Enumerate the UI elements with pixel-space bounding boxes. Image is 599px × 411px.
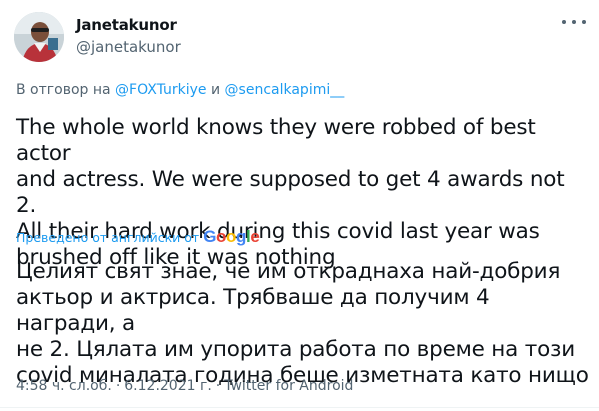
avatar-image xyxy=(14,12,64,62)
reply-prefix: В отговор на xyxy=(16,82,111,98)
tweet-date[interactable]: 6.12.2021 г. xyxy=(124,378,212,394)
more-horizontal-icon xyxy=(562,20,566,24)
google-logo: Google xyxy=(203,227,260,246)
author-display-name[interactable]: Janetakunor xyxy=(76,16,177,34)
tweet-text: The whole world knows they were robbed o… xyxy=(16,115,565,270)
mention-link-foxturkiye[interactable]: @FOXTurkiye xyxy=(115,82,206,98)
mention-link-sencalkapimi[interactable]: @sencalkapimi__ xyxy=(225,82,345,98)
divider xyxy=(0,407,599,408)
author-handle[interactable]: @janetakunor xyxy=(76,38,181,56)
meta-separator: · xyxy=(215,378,221,394)
more-options-button[interactable] xyxy=(562,14,586,30)
reply-conjunction: и xyxy=(210,82,221,98)
tweet-source[interactable]: Twitter for Android xyxy=(224,378,353,394)
avatar[interactable] xyxy=(14,12,64,62)
more-horizontal-icon xyxy=(582,20,586,24)
translation-attribution[interactable]: Преведено от английски от Google xyxy=(16,227,260,247)
more-horizontal-icon xyxy=(572,20,576,24)
reply-context: В отговор на @FOXTurkiye и @sencalkapimi… xyxy=(16,82,344,98)
tweet-time[interactable]: 4:58 ч. сл.об. xyxy=(16,378,112,394)
translation-label: Преведено от английски от xyxy=(16,229,200,245)
tweet-metadata: 4:58 ч. сл.об. · 6.12.2021 г. · Twitter for … xyxy=(16,378,353,394)
meta-separator: · xyxy=(115,378,121,394)
translated-text: Целият свят знае, че им откраднаха най-д… xyxy=(16,259,589,388)
